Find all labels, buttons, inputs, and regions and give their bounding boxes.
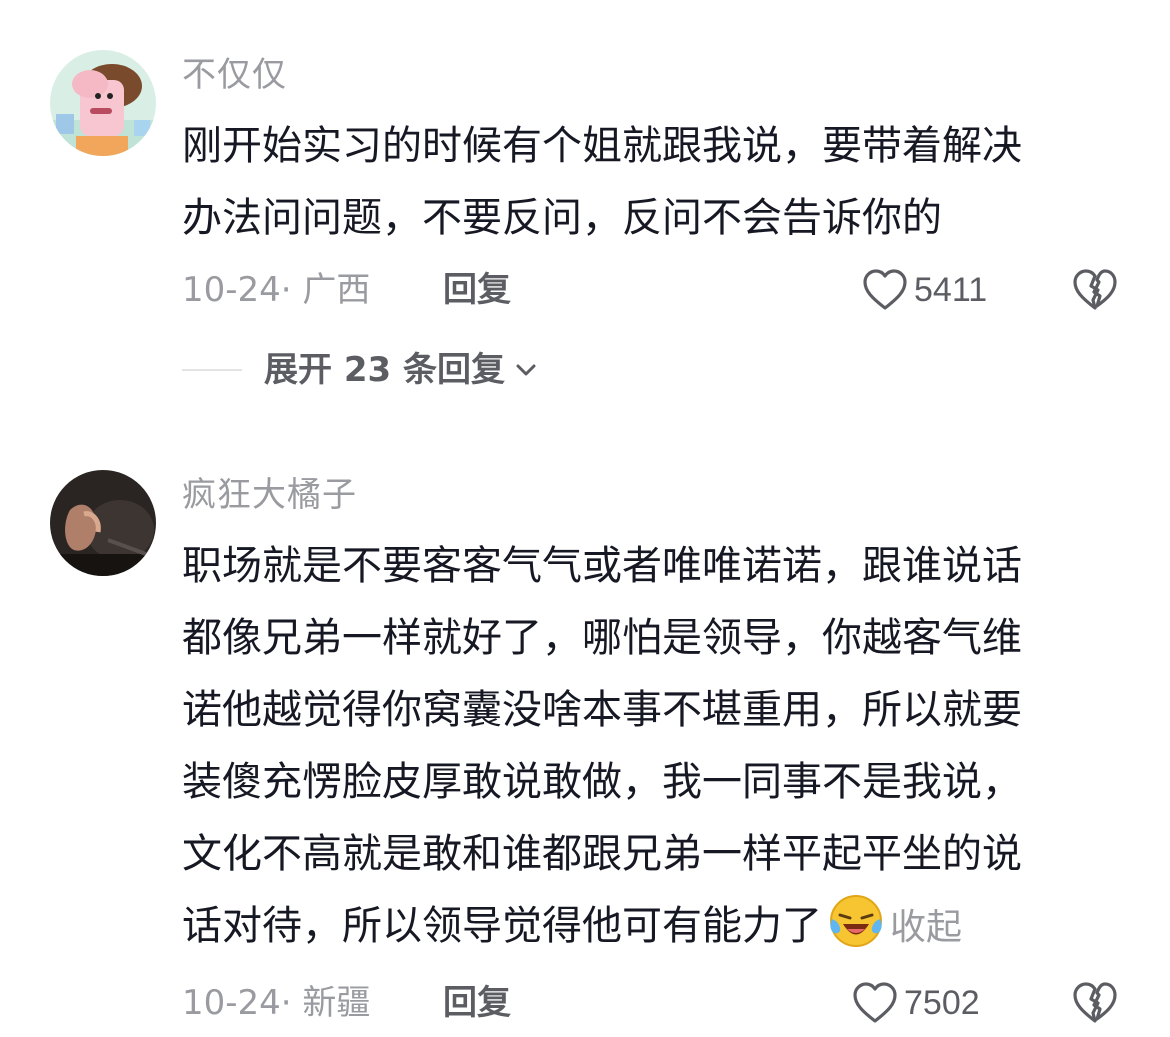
- comment-text: 职场就是不要客客气气或者唯唯诺诺，跟谁说话 都像兄弟一样就好了，哪怕是领导，你越…: [182, 530, 1112, 964]
- comment-line: 办法问问题，不要反问，反问不会告诉你的: [182, 195, 942, 241]
- comment-location: · 广西: [280, 270, 371, 310]
- username[interactable]: 疯狂大橘子: [182, 475, 357, 515]
- comment-date: 10-24: [182, 270, 281, 310]
- like-count: 7502: [904, 984, 980, 1022]
- comment-meta: 10-24 · 新疆: [182, 983, 370, 1023]
- avatar[interactable]: [50, 470, 156, 576]
- comment-line: 话对待，所以领导觉得他可有能力了: [182, 903, 822, 949]
- laughing-crying-emoji-icon: [830, 895, 882, 947]
- username[interactable]: 不仅仅: [182, 55, 287, 95]
- reply-button[interactable]: 回复: [443, 270, 511, 310]
- heart-outline-icon: [863, 269, 907, 310]
- expand-replies[interactable]: 展开 23 条回复: [182, 350, 539, 390]
- avatar[interactable]: [50, 50, 156, 156]
- broken-heart-icon: [1073, 269, 1117, 310]
- heart-outline-icon: [853, 982, 897, 1023]
- chevron-down-icon: [516, 364, 536, 376]
- reply-button[interactable]: 回复: [443, 983, 511, 1023]
- comment-line: 刚开始实习的时候有个姐就跟我说，要带着解决: [182, 123, 1022, 169]
- broken-heart-icon: [1073, 982, 1117, 1023]
- comment-line: 职场就是不要客客气气或者唯唯诺诺，跟谁说话: [182, 543, 1022, 589]
- like-button[interactable]: 7502: [852, 981, 980, 1025]
- comment-line: 诺他越觉得你窝囊没啥本事不堪重用，所以就要: [182, 687, 1022, 733]
- comment-date: 10-24: [182, 983, 281, 1023]
- comment-meta: 10-24 · 广西: [182, 270, 370, 310]
- divider: [182, 369, 242, 371]
- comment-location: · 新疆: [280, 983, 371, 1023]
- dislike-button[interactable]: [1072, 268, 1118, 316]
- comment-text: 刚开始实习的时候有个姐就跟我说，要带着解决 办法问问题，不要反问，反问不会告诉你…: [182, 110, 1112, 254]
- comment-line-last: 话对待，所以领导觉得他可有能力了 收起: [182, 890, 1112, 964]
- comment-line: 文化不高就是敢和谁都跟兄弟一样平起平坐的说: [182, 831, 1022, 877]
- comment-line: 都像兄弟一样就好了，哪怕是领导，你越客气维: [182, 615, 1022, 661]
- expand-replies-label: 展开 23 条回复: [264, 350, 505, 390]
- collapse-link[interactable]: 收起: [890, 907, 962, 948]
- comment-line: 装傻充愣脸皮厚敢说敢做，我一同事不是我说，: [182, 759, 1022, 805]
- like-button[interactable]: 5411: [862, 268, 987, 312]
- like-count: 5411: [914, 271, 988, 309]
- dislike-button[interactable]: [1072, 981, 1118, 1029]
